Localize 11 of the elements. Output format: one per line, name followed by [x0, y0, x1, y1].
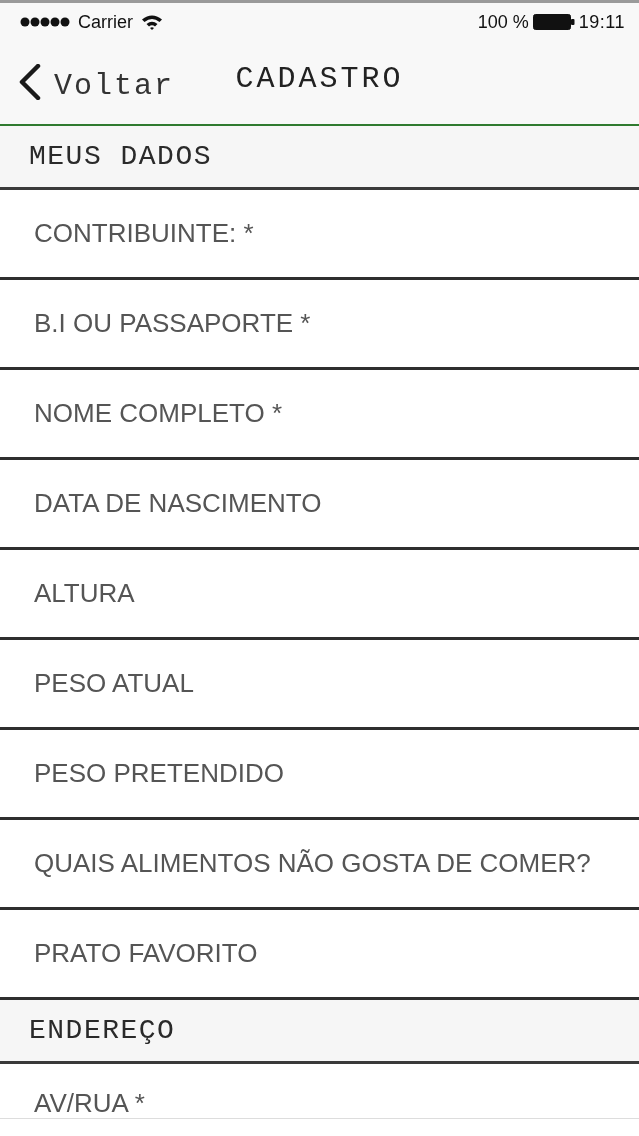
battery-icon [532, 13, 575, 30]
signal-dots-icon [20, 16, 70, 27]
chevron-left-icon [18, 64, 42, 100]
carrier-name: Carrier [78, 11, 133, 32]
back-button[interactable]: Voltar [16, 57, 177, 107]
section-header: MEUS DADOS [0, 126, 639, 190]
section-header: ENDEREÇO [0, 1000, 639, 1064]
screen-title: CADASTRO [235, 62, 404, 98]
battery-percentage: 100 % [477, 11, 529, 32]
wifi-icon [141, 13, 163, 30]
clock-time: 19:11 [578, 11, 625, 32]
